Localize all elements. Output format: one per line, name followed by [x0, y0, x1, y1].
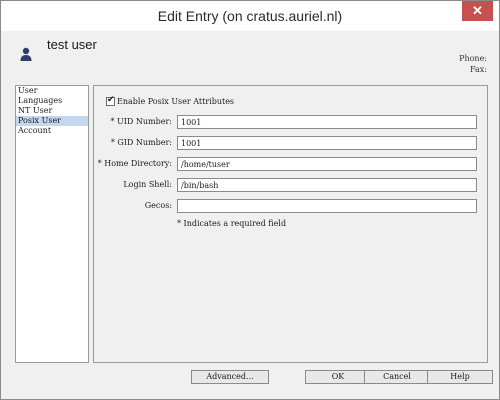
home-directory-label: * Home Directory: [97, 159, 172, 168]
uid-label: * UID Number: [110, 117, 172, 126]
posix-user-panel: ✔ Enable Posix User Attributes * UID Numb… [93, 85, 488, 363]
help-button[interactable]: Help [427, 370, 493, 384]
login-shell-label: Login Shell: [123, 180, 172, 189]
edit-entry-window: Edit Entry (on cratus.auriel.nl) ✕ test … [0, 0, 500, 400]
cancel-button[interactable]: Cancel [364, 370, 430, 384]
phone-label: Phone: [459, 54, 487, 63]
advanced-button[interactable]: Advanced... [191, 370, 269, 384]
close-button[interactable]: ✕ [462, 1, 493, 21]
enable-posix-checkbox[interactable]: ✔ [106, 94, 115, 106]
enable-posix-row[interactable]: ✔ Enable Posix User Attributes [106, 94, 235, 106]
user-name: test user [47, 37, 97, 52]
gid-label: * GID Number: [110, 138, 172, 147]
category-list[interactable]: User Languages NT User Posix User Accoun… [15, 85, 89, 363]
user-icon [20, 47, 32, 61]
gecos-label: Gecos: [144, 201, 172, 210]
checkmark-icon: ✔ [107, 94, 115, 105]
fax-label: Fax: [470, 65, 487, 74]
ok-button[interactable]: OK [305, 370, 371, 384]
sidebar-item-nt-user[interactable]: NT User [16, 106, 88, 116]
home-directory-input[interactable] [177, 157, 477, 171]
gecos-input[interactable] [177, 199, 477, 213]
required-field-note: * Indicates a required field [177, 219, 287, 228]
title-bar[interactable]: Edit Entry (on cratus.auriel.nl) ✕ [1, 1, 499, 31]
sidebar-item-user[interactable]: User [16, 86, 88, 96]
sidebar-item-posix-user[interactable]: Posix User [16, 116, 88, 126]
uid-number-input[interactable] [177, 115, 477, 129]
entry-header: test user Phone: Fax: [1, 31, 499, 79]
sidebar-item-languages[interactable]: Languages [16, 96, 88, 106]
enable-posix-label: Enable Posix User Attributes [117, 96, 235, 106]
contact-info: Phone: Fax: [459, 53, 487, 75]
sidebar-item-account[interactable]: Account [16, 126, 88, 136]
gid-number-input[interactable] [177, 136, 477, 150]
login-shell-input[interactable] [177, 178, 477, 192]
window-title: Edit Entry (on cratus.auriel.nl) [157, 8, 343, 24]
